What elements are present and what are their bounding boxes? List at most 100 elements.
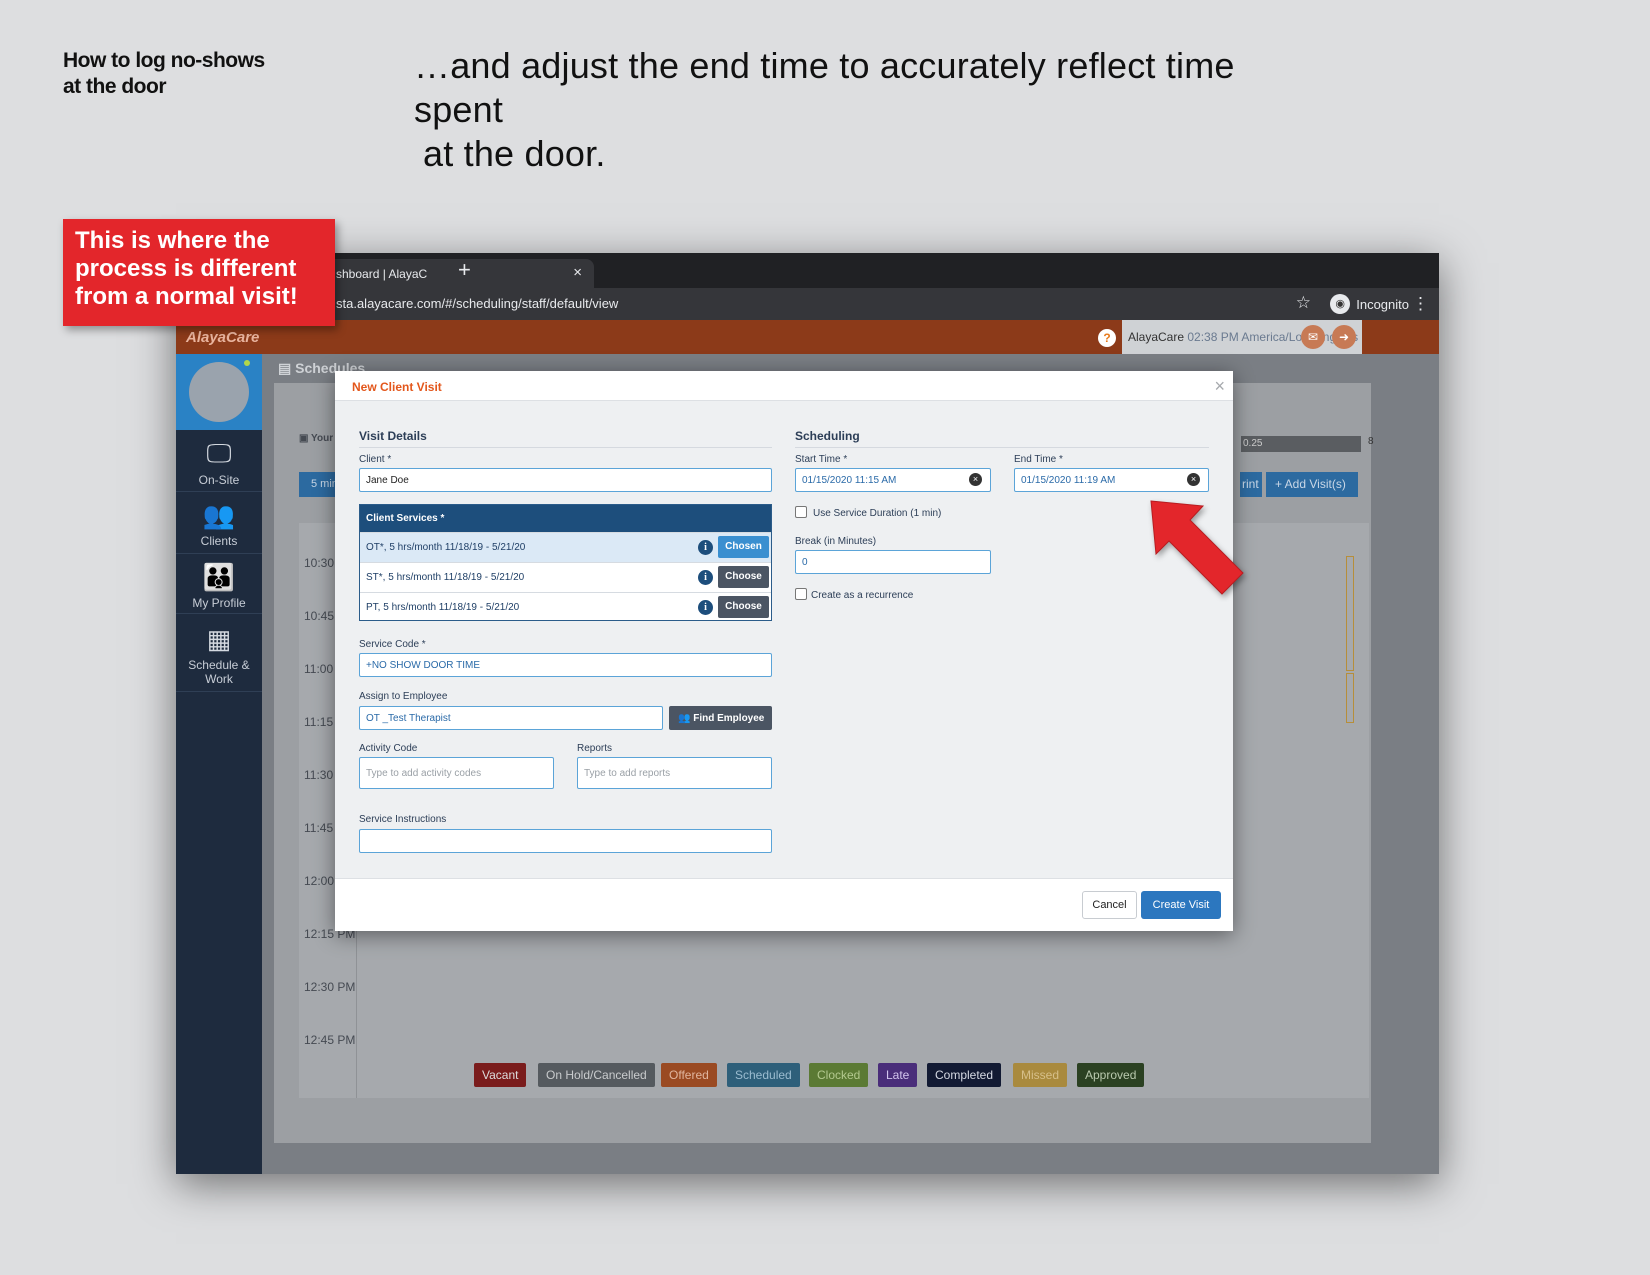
end-time-field[interactable]: 01/15/2020 11:19 AM ×	[1014, 468, 1209, 492]
calendar-icon: ▦	[206, 624, 232, 654]
find-employee-button[interactable]: 👥 Find Employee	[669, 706, 772, 730]
start-time-field[interactable]: 01/15/2020 11:15 AM ×	[795, 468, 991, 492]
start-time-label: Start Time *	[795, 454, 848, 465]
incognito-indicator[interactable]: ◉ Incognito	[1330, 292, 1409, 316]
assign-employee-label: Assign to Employee	[359, 691, 448, 702]
app-screenshot: shboard | AlayaC × + sta.alayacare.com/#…	[176, 253, 1439, 1174]
monitor-icon: 🖵	[206, 438, 232, 468]
users-icon: 👥	[678, 713, 691, 724]
time-slot: 12:45 PM	[304, 1033, 356, 1047]
slide-heading-line2: at the door.	[423, 133, 606, 174]
recurrence-checkbox[interactable]	[795, 588, 807, 600]
info-icon[interactable]: i	[698, 600, 713, 615]
sidebar-item-label: Schedule &	[188, 658, 250, 672]
clients-icon: 👥	[202, 500, 236, 530]
legend-vacant: Vacant	[474, 1063, 527, 1087]
app-header: AlayaCare ? AlayaCare 02:38 PM America/L…	[176, 320, 1439, 354]
legend-late: Late	[878, 1063, 918, 1087]
legend-completed: Completed	[927, 1063, 1002, 1087]
info-icon[interactable]: i	[698, 570, 713, 585]
sidebar-item-label: Clients	[200, 534, 238, 548]
url-field[interactable]: sta.alayacare.com/#/scheduling/staff/def…	[336, 296, 618, 311]
reports-field[interactable]: Type to add reports	[577, 757, 772, 789]
user-info[interactable]: AlayaCare 02:38 PM America/Los_Angeles	[1122, 320, 1362, 354]
sidebar-item-label: Work	[205, 672, 233, 686]
sidebar-item-label: My Profile	[192, 596, 246, 610]
time-slot: 12:30 PM	[304, 980, 356, 994]
app-logo[interactable]: AlayaCare	[186, 329, 259, 346]
callout-line3: from a normal visit!	[75, 283, 298, 310]
activity-code-label: Activity Code	[359, 743, 418, 754]
client-field[interactable]: Jane Doe	[359, 468, 772, 492]
calendar-event[interactable]	[1346, 556, 1354, 671]
use-service-duration-checkbox[interactable]	[795, 506, 807, 518]
choose-button[interactable]: Choose	[718, 596, 769, 618]
help-icon[interactable]: ?	[1098, 329, 1116, 347]
menu-icon[interactable]: ⋮	[1412, 294, 1429, 314]
sidebar-item-clients[interactable]: 👥 Clients	[176, 492, 262, 554]
break-field[interactable]: 0	[795, 550, 991, 574]
service-code-field[interactable]: +NO SHOW DOOR TIME	[359, 653, 772, 677]
table-row[interactable]: PT, 5 hrs/month 11/18/19 - 5/21/20 i Cho…	[360, 592, 771, 622]
new-tab-icon[interactable]: +	[458, 257, 471, 283]
slide-subtitle-line2: at the door	[63, 75, 166, 98]
callout-line1: This is where the	[75, 227, 270, 254]
legend-approved: Approved	[1077, 1063, 1145, 1087]
service-instructions-field[interactable]	[359, 829, 772, 853]
legend-offered: Offered	[661, 1063, 717, 1087]
callout-box: This is where the process is different f…	[63, 219, 335, 326]
sidebar-item-schedule-work[interactable]: ▦ Schedule & Work	[176, 614, 262, 692]
recurrence-label: Create as a recurrence	[811, 590, 914, 601]
incognito-label: Incognito	[1356, 297, 1409, 312]
slide-subtitle: How to log no-shows at the door	[63, 48, 265, 100]
avatar[interactable]	[189, 362, 249, 422]
break-label: Break (in Minutes)	[795, 536, 877, 547]
add-visit-button[interactable]: + Add Visit(s)	[1266, 472, 1358, 497]
star-icon[interactable]: ☆	[1296, 293, 1311, 313]
sidebar-item-my-profile[interactable]: 👪 My Profile	[176, 554, 262, 614]
online-status-dot	[244, 360, 250, 366]
dialog-title: New Client Visit	[352, 380, 442, 394]
mail-icon[interactable]: ✉	[1301, 325, 1325, 349]
callout-line2: process is different	[75, 255, 297, 282]
end-time-value: 01/15/2020 11:19 AM	[1021, 475, 1116, 486]
table-row[interactable]: OT*, 5 hrs/month 11/18/19 - 5/21/20 i Ch…	[360, 532, 771, 562]
clear-icon[interactable]: ×	[969, 473, 982, 486]
close-icon[interactable]: ×	[1214, 376, 1225, 397]
tab-title: shboard | AlayaC	[336, 267, 428, 281]
assign-employee-field[interactable]: OT _Test Therapist	[359, 706, 663, 730]
calendar-event[interactable]	[1346, 673, 1354, 723]
hours-progress-bar: 0.25	[1241, 436, 1361, 452]
dialog-header: New Client Visit ×	[335, 371, 1233, 401]
user-time: 02:38 PM	[1187, 330, 1239, 344]
service-code-label: Service Code *	[359, 639, 426, 650]
legend-on-hold: On Hold/Cancelled	[538, 1063, 655, 1087]
use-service-duration-label: Use Service Duration (1 min)	[813, 508, 942, 519]
logout-icon[interactable]: ➜	[1332, 325, 1356, 349]
table-row[interactable]: ST*, 5 hrs/month 11/18/19 - 5/21/20 i Ch…	[360, 562, 771, 592]
sidebar-item-on-site[interactable]: 🖵 On-Site	[176, 430, 262, 492]
close-icon[interactable]: ×	[573, 264, 582, 281]
user-name: AlayaCare	[1128, 330, 1185, 344]
avatar-area	[176, 354, 262, 430]
legend-missed: Missed	[1013, 1063, 1068, 1087]
browser-tabstrip: shboard | AlayaC × +	[176, 253, 1439, 288]
scheduling-heading: Scheduling	[795, 429, 1209, 448]
info-icon[interactable]: i	[698, 540, 713, 555]
red-arrow-annotation	[1150, 500, 1244, 595]
status-legend: Vacant On Hold/Cancelled Offered Schedul…	[176, 1063, 1439, 1089]
choose-button[interactable]: Choose	[718, 566, 769, 588]
create-visit-button[interactable]: Create Visit	[1141, 891, 1221, 919]
visit-details-heading: Visit Details	[359, 429, 772, 448]
chosen-button[interactable]: Chosen	[718, 536, 769, 558]
slide-heading-line1: …and adjust the end time to accurately r…	[414, 45, 1235, 130]
sidebar: 🖵 On-Site 👥 Clients 👪 My Profile ▦ Sched…	[176, 354, 262, 1174]
client-services-table: Client Services * OT*, 5 hrs/month 11/18…	[359, 504, 772, 621]
activity-code-field[interactable]: Type to add activity codes	[359, 757, 554, 789]
slide-subtitle-line1: How to log no-shows	[63, 49, 265, 72]
sidebar-item-label: On-Site	[198, 473, 240, 487]
cancel-button[interactable]: Cancel	[1082, 891, 1137, 919]
start-time-value: 01/15/2020 11:15 AM	[802, 475, 897, 486]
browser-addressbar: sta.alayacare.com/#/scheduling/staff/def…	[176, 288, 1439, 320]
clear-icon[interactable]: ×	[1187, 473, 1200, 486]
